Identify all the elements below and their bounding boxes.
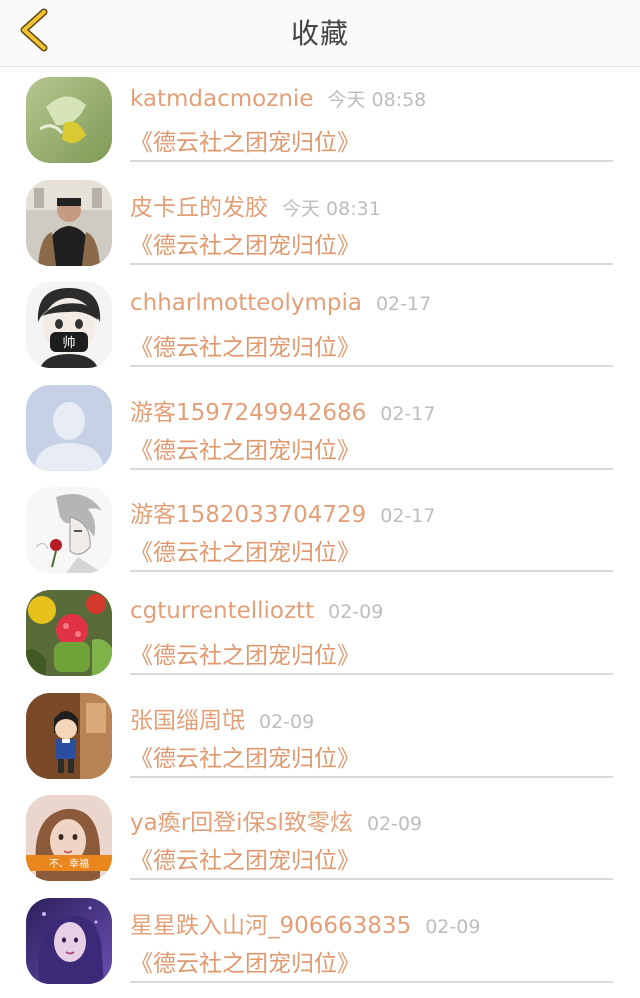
name-line: 星星跌入山河_906663835 02-09: [130, 906, 480, 940]
username[interactable]: cgturrentellioztt: [130, 598, 314, 624]
username[interactable]: katmdacmoznie: [130, 86, 313, 112]
work-title[interactable]: 《德云社之团宠归位》: [130, 328, 360, 362]
timestamp: 今天 08:31: [282, 197, 381, 220]
work-title[interactable]: 《德云社之团宠归位》: [130, 431, 360, 465]
cartoon-detective-avatar[interactable]: [26, 692, 112, 779]
list-item[interactable]: 不、幸福 ya瘓r回登i保sl致零炫 02-09 《德云社之团宠归位》: [0, 785, 640, 888]
list-item[interactable]: 皮卡丘的发胶 今天 08:31 《德云社之团宠归位》: [0, 170, 640, 273]
name-line: chharlmotteolympia 02-17: [130, 290, 431, 316]
anime-sketch-avatar[interactable]: [26, 487, 112, 574]
list-item[interactable]: 帅 chharlmotteolympia 02-17 《德云社之团宠归位》: [0, 272, 640, 375]
top-bar: 收藏: [0, 0, 640, 67]
username[interactable]: 游客1597249942686: [130, 400, 366, 426]
leaf-photo-avatar[interactable]: [26, 77, 112, 163]
divider: [130, 980, 613, 983]
divider: [130, 775, 613, 778]
timestamp: 02-17: [380, 505, 436, 528]
timestamp: 02-17: [375, 293, 432, 316]
cactus-photo-avatar[interactable]: [26, 589, 112, 676]
name-line: ya瘓r回登i保sl致零炫 02-09: [130, 803, 422, 837]
timestamp: 02-09: [259, 710, 315, 733]
default-user-avatar[interactable]: [26, 384, 112, 471]
work-title[interactable]: 《德云社之团宠归位》: [130, 739, 360, 773]
name-line: 游客1582033704729 02-17: [130, 495, 435, 529]
username[interactable]: ya瘓r回登i保sl致零炫: [130, 810, 353, 836]
username[interactable]: 星星跌入山河_906663835: [130, 913, 411, 939]
avatar-caption: 不、幸福: [49, 857, 89, 870]
list-item[interactable]: 游客1582033704729 02-17 《德云社之团宠归位》: [0, 477, 640, 580]
timestamp: 02-09: [366, 813, 423, 836]
cartoon-boy-avatar[interactable]: 帅: [26, 282, 112, 369]
username[interactable]: 张国缁周氓: [130, 708, 245, 734]
work-title[interactable]: 《德云社之团宠归位》: [130, 636, 360, 670]
timestamp: 02-09: [328, 600, 384, 623]
name-line: cgturrentellioztt 02-09: [130, 598, 383, 624]
list-item[interactable]: cgturrentellioztt 02-09 《德云社之团宠归位》: [0, 580, 640, 683]
work-title[interactable]: 《德云社之团宠归位》: [130, 123, 360, 157]
work-title[interactable]: 《德云社之团宠归位》: [130, 226, 360, 260]
name-line: 皮卡丘的发胶 今天 08:31: [130, 188, 381, 222]
man-photo-avatar[interactable]: [26, 179, 112, 266]
username[interactable]: chharlmotteolympia: [130, 290, 362, 316]
name-line: 张国缁周氓 02-09: [130, 701, 314, 735]
list-item[interactable]: katmdacmoznie 今天 08:58 《德云社之团宠归位》: [0, 67, 640, 170]
work-title[interactable]: 《德云社之团宠归位》: [130, 944, 360, 978]
work-title[interactable]: 《德云社之团宠归位》: [130, 533, 360, 567]
timestamp: 02-09: [425, 915, 481, 938]
divider: [130, 878, 613, 881]
divider: [130, 570, 613, 573]
list-item[interactable]: 游客1597249942686 02-17 《德云社之团宠归位》: [0, 375, 640, 478]
purple-portrait-avatar[interactable]: [26, 897, 112, 984]
divider: [130, 262, 613, 265]
list-item[interactable]: 星星跌入山河_906663835 02-09 《德云社之团宠归位》: [0, 888, 640, 991]
username[interactable]: 皮卡丘的发胶: [130, 195, 268, 221]
favorites-list: katmdacmoznie 今天 08:58 《德云社之团宠归位》 皮卡丘的发胶今…: [0, 67, 640, 990]
divider: [130, 467, 613, 470]
divider: [130, 365, 613, 368]
username[interactable]: 游客1582033704729: [130, 502, 366, 528]
name-line: katmdacmoznie 今天 08:58: [130, 85, 426, 112]
work-title[interactable]: 《德云社之团宠归位》: [130, 841, 360, 875]
girl-photo-avatar[interactable]: 不、幸福: [26, 795, 112, 882]
name-line: 游客1597249942686 02-17: [130, 393, 435, 427]
timestamp: 今天 08:58: [327, 89, 427, 111]
divider: [130, 160, 613, 162]
page-title: 收藏: [290, 17, 349, 50]
list-item[interactable]: 张国缁周氓 02-09 《德云社之团宠归位》: [0, 683, 640, 786]
timestamp: 02-17: [380, 402, 436, 425]
divider: [130, 672, 613, 675]
svg-text:帅: 帅: [62, 336, 75, 351]
